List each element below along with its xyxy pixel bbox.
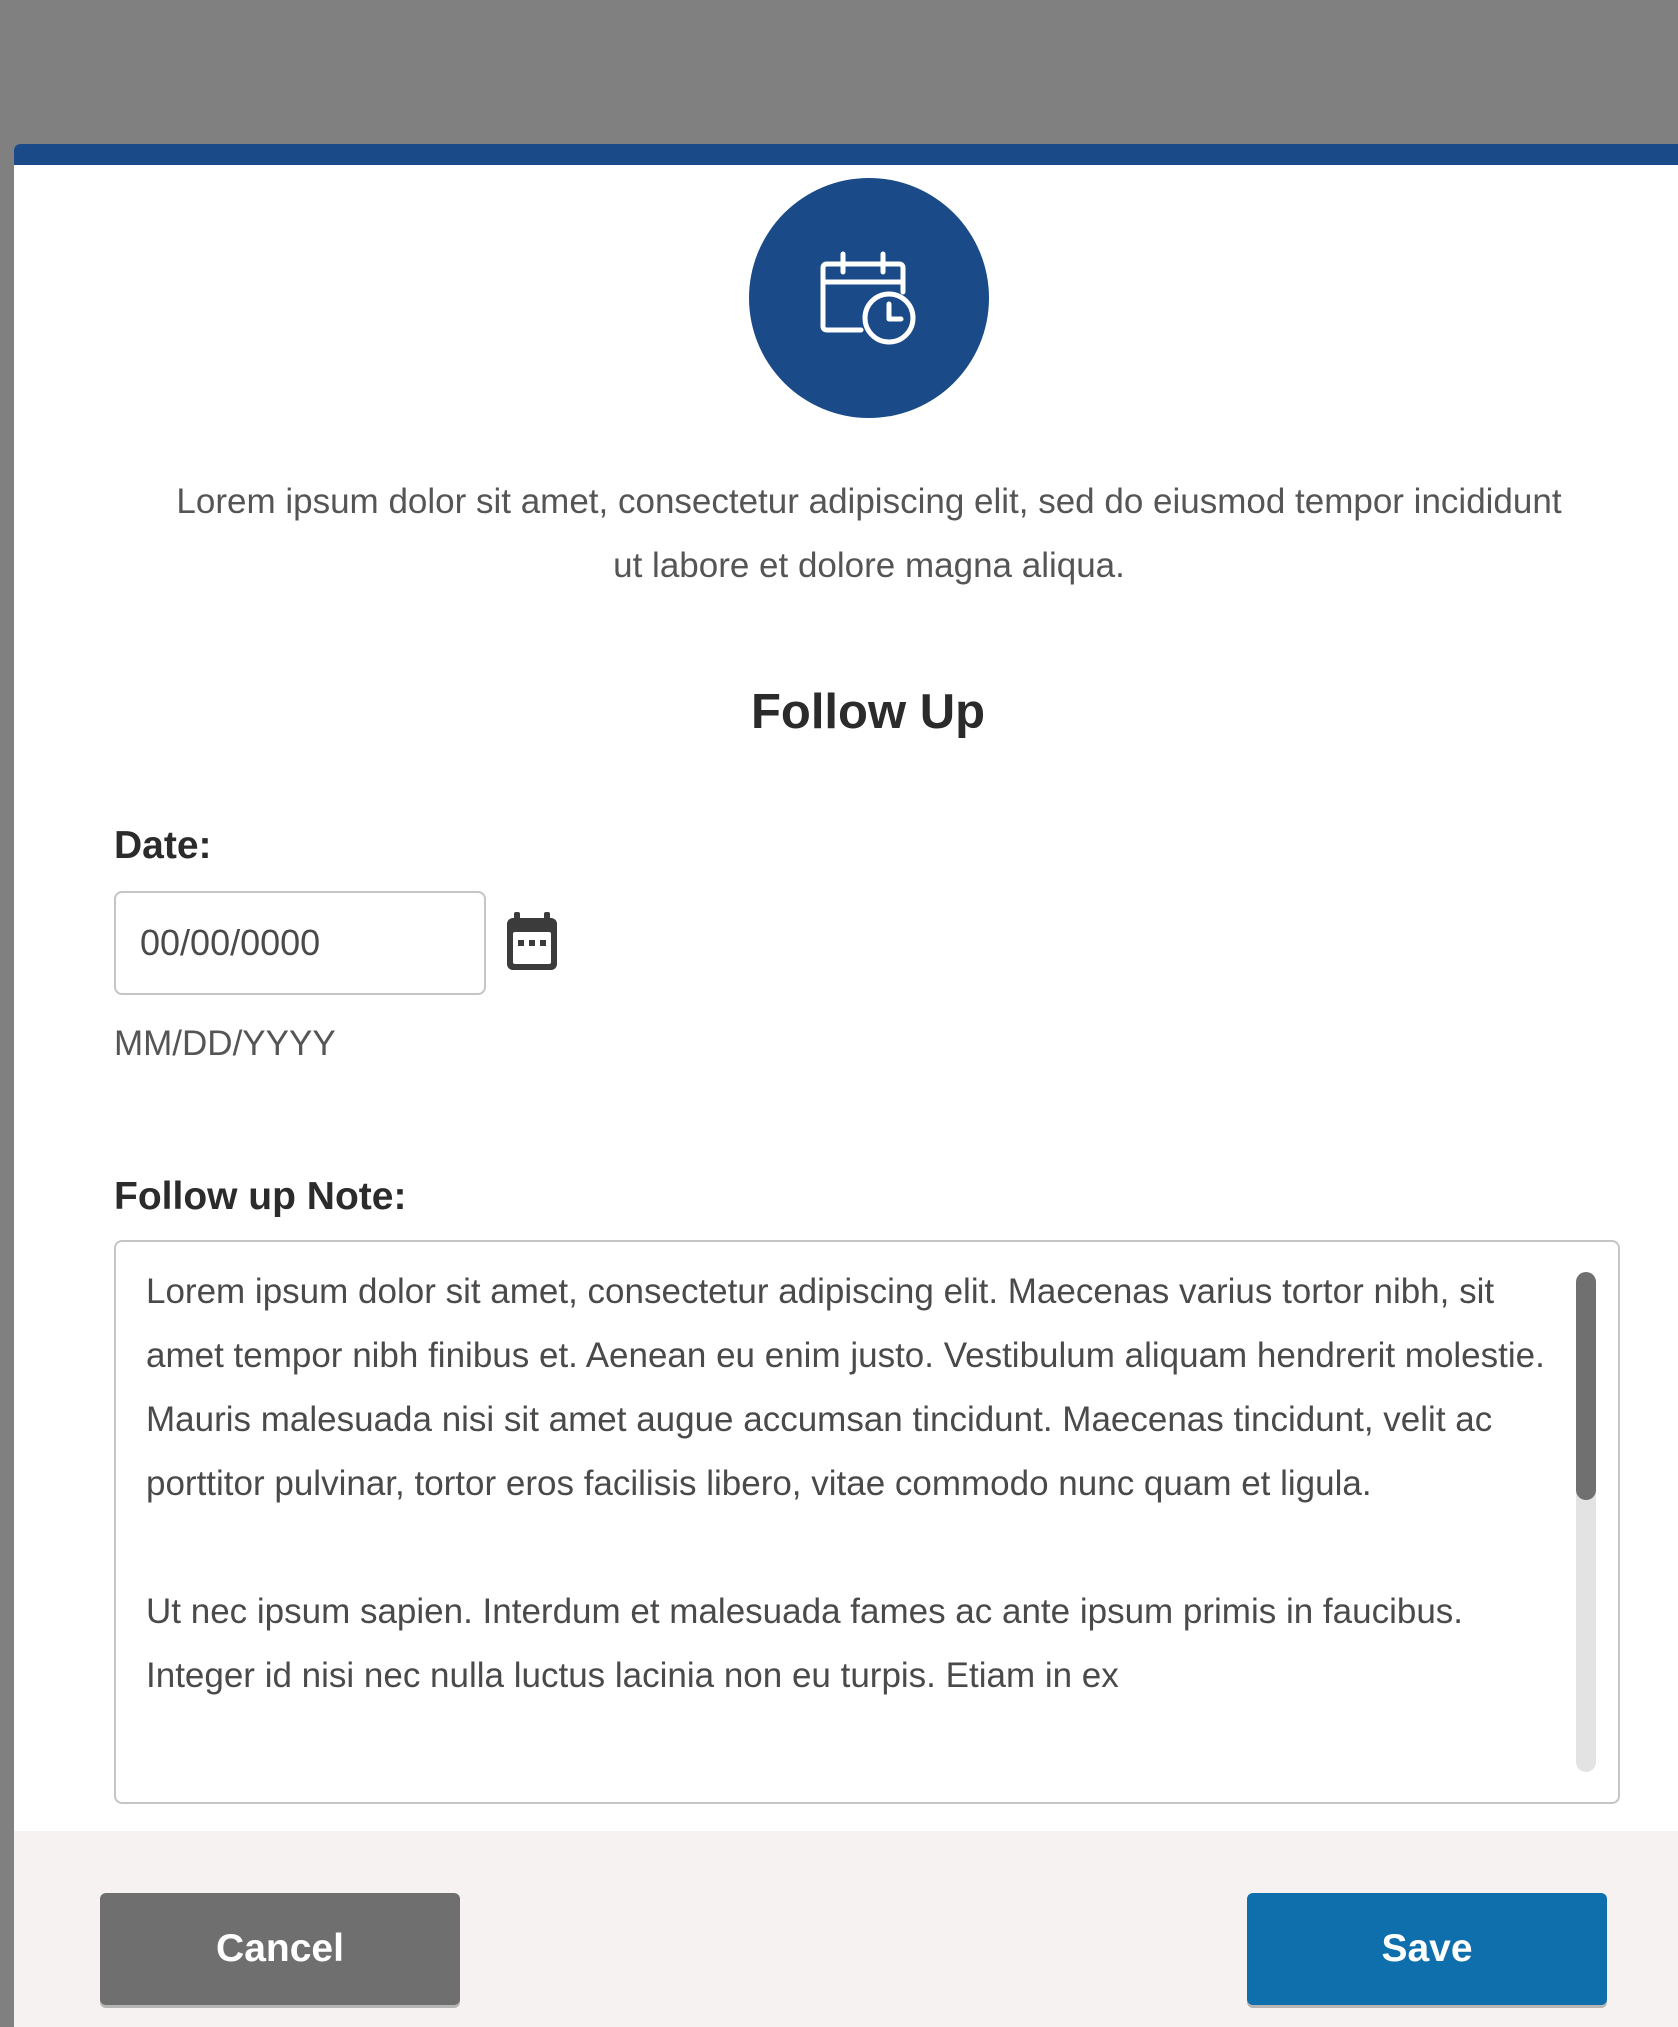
note-text: Lorem ipsum dolor sit amet, consectetur … xyxy=(146,1260,1566,1772)
modal-top-bar xyxy=(14,144,1678,165)
intro-text: Lorem ipsum dolor sit amet, consectetur … xyxy=(176,482,1562,585)
date-format-hint: MM/DD/YYYY xyxy=(114,1024,336,1063)
follow-up-note-textarea[interactable]: Lorem ipsum dolor sit amet, consectetur … xyxy=(114,1240,1620,1804)
calendar-icon[interactable] xyxy=(504,912,560,972)
calendar-clock-icon xyxy=(749,178,989,418)
date-label: Date: xyxy=(114,824,212,867)
save-button[interactable]: Save xyxy=(1247,1893,1607,2005)
note-scrollbar[interactable] xyxy=(1576,1272,1596,1772)
modal-title: Follow Up xyxy=(750,685,986,739)
note-paragraph: Lorem ipsum dolor sit amet, consectetur … xyxy=(146,1272,1545,1503)
note-label: Follow up Note: xyxy=(114,1175,407,1218)
note-paragraph: Ut nec ipsum sapien. Interdum et malesua… xyxy=(146,1592,1464,1695)
date-input[interactable] xyxy=(114,891,486,995)
follow-up-modal: Lorem ipsum dolor sit amet, consectetur … xyxy=(14,144,1678,2027)
cancel-button[interactable]: Cancel xyxy=(100,1893,460,2005)
note-scrollbar-thumb[interactable] xyxy=(1576,1272,1596,1500)
